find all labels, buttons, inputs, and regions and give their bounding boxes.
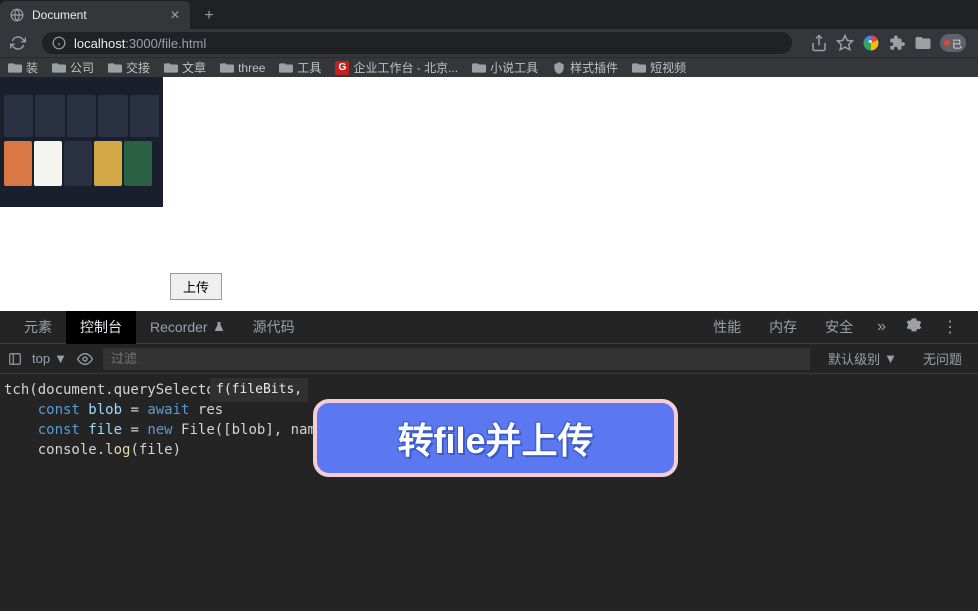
flask-icon: [213, 321, 225, 333]
url-host: localhost: [74, 36, 125, 51]
folder-icon: [108, 62, 122, 74]
bookmark-label: 小说工具: [490, 59, 538, 76]
devtools-tab[interactable]: 性能: [699, 311, 755, 344]
eye-icon[interactable]: [77, 351, 93, 367]
devtools-tab[interactable]: Recorder: [136, 311, 239, 344]
bookmark-label: 工具: [297, 59, 321, 76]
bookmark-label: 样式插件: [570, 59, 618, 76]
folder-icon: [472, 62, 486, 74]
reload-button[interactable]: [6, 31, 30, 55]
bookmark-item[interactable]: 小说工具: [472, 59, 538, 76]
browser-chrome: Document ✕ + localhost:3000/file.html 已 …: [0, 0, 978, 77]
devtools-tab[interactable]: 控制台: [66, 311, 136, 344]
issues-label: 无问题: [915, 349, 970, 368]
level-dropdown[interactable]: 默认级别 ▼: [820, 349, 905, 368]
tab-bar: Document ✕ +: [0, 0, 978, 29]
shield-icon: [552, 61, 566, 75]
folder-icon: [52, 62, 66, 74]
code-line-1: tch(document.querySelector('img'): [4, 380, 974, 400]
console-toolbar: top ▼ 默认级别 ▼ 无问题: [0, 344, 978, 374]
image-preview: [0, 77, 163, 207]
filter-input[interactable]: [103, 348, 810, 370]
folder-icon: [220, 62, 234, 74]
folder-ext-icon[interactable]: [914, 34, 932, 52]
bookmarks-bar: 装 公司 交接 文章 three 工具 G 企业工作台 - 北京... 小说工具 样式插件 短视频: [0, 57, 978, 77]
page-content: 上传 base64: [0, 77, 978, 311]
folder-icon: [164, 62, 178, 74]
gear-icon[interactable]: [896, 317, 932, 338]
chrome-icon[interactable]: [862, 34, 880, 52]
bookmark-label: 文章: [182, 59, 206, 76]
close-icon[interactable]: ✕: [170, 8, 180, 22]
extension-area: 已: [804, 34, 972, 52]
bookmark-label: 交接: [126, 59, 150, 76]
kebab-icon[interactable]: ⋮: [932, 317, 968, 337]
share-icon[interactable]: [810, 34, 828, 52]
context-dropdown[interactable]: top ▼: [32, 351, 67, 366]
bookmark-item[interactable]: 样式插件: [552, 59, 618, 76]
bookmark-label: 短视频: [650, 59, 686, 76]
bookmark-item[interactable]: 装: [8, 59, 38, 76]
chevron-down-icon: ▼: [884, 351, 897, 366]
info-icon: [52, 36, 66, 50]
star-icon[interactable]: [836, 34, 854, 52]
bookmark-item[interactable]: 短视频: [632, 59, 686, 76]
sidebar-toggle-icon[interactable]: [8, 352, 22, 366]
bookmark-item[interactable]: three: [220, 61, 265, 75]
address-bar: localhost:3000/file.html 已: [0, 29, 978, 57]
devtools-tab[interactable]: 内存: [755, 311, 811, 344]
new-tab-button[interactable]: +: [196, 3, 222, 29]
bookmark-label: 装: [26, 59, 38, 76]
folder-icon: [279, 62, 293, 74]
bookmark-item[interactable]: G 企业工作台 - 北京...: [335, 59, 458, 76]
puzzle-icon[interactable]: [888, 34, 906, 52]
url-path: :3000/file.html: [125, 36, 206, 51]
folder-icon: [632, 62, 646, 74]
folder-icon: [8, 62, 22, 74]
bookmark-label: 公司: [70, 59, 94, 76]
signature-tooltip: f(fileBits,: [210, 378, 308, 402]
bookmark-item[interactable]: 文章: [164, 59, 206, 76]
callout-text: 转file并上传: [397, 412, 593, 464]
chevron-down-icon: ▼: [54, 351, 67, 366]
devtools-tab[interactable]: 安全: [811, 311, 867, 344]
bookmark-item[interactable]: 公司: [52, 59, 94, 76]
devtools-tab[interactable]: 元素: [10, 311, 66, 344]
browser-tab[interactable]: Document ✕: [0, 1, 190, 29]
url-input[interactable]: localhost:3000/file.html: [42, 32, 792, 54]
bookmark-item[interactable]: 交接: [108, 59, 150, 76]
devtools-tabs: 元素控制台Recorder源代码 性能内存安全» ⋮: [0, 311, 978, 344]
g-icon: G: [335, 61, 349, 75]
callout-overlay: 转file并上传: [313, 399, 678, 477]
bookmark-label: three: [238, 61, 265, 75]
bookmark-label: 企业工作台 - 北京...: [353, 59, 458, 76]
globe-icon: [10, 8, 24, 22]
tab-title: Document: [32, 8, 162, 22]
reload-icon: [10, 35, 26, 51]
devtools-tab[interactable]: 源代码: [239, 311, 309, 344]
bookmark-item[interactable]: 工具: [279, 59, 321, 76]
profile-badge[interactable]: 已: [940, 34, 966, 52]
tabs-more-button[interactable]: »: [867, 318, 896, 336]
upload-button[interactable]: 上传: [170, 273, 222, 300]
